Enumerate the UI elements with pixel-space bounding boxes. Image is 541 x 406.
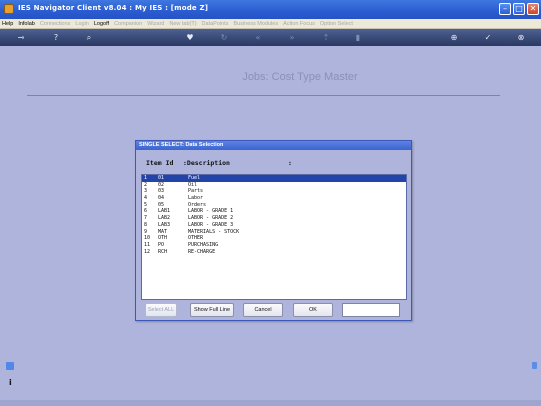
- list-item[interactable]: 7 LAB2 LABOR - GRADE 2: [142, 215, 406, 222]
- list-item[interactable]: 6 LAB1 LABOR - GRADE 1: [142, 208, 406, 215]
- search-icon[interactable]: ⌕: [83, 32, 95, 43]
- check-icon[interactable]: ✓: [482, 32, 494, 43]
- info-icon[interactable]: i: [9, 378, 12, 387]
- add-icon[interactable]: ⊕: [448, 32, 460, 43]
- row-description: RE-CHARGE: [188, 248, 216, 255]
- column-header-item-id: Item Id: [146, 159, 174, 167]
- selection-list[interactable]: 1 01 Fuel 2 02 Oil 3 03 Parts 4 04 Labor 5 05 Orders 6 L…: [141, 174, 407, 300]
- side-scroll-marker[interactable]: [532, 362, 537, 369]
- row-number: 12: [144, 248, 151, 255]
- menu-item-help[interactable]: Help: [0, 19, 16, 28]
- heading-divider: [27, 95, 500, 96]
- row-number: 10: [144, 235, 151, 242]
- forward-icon[interactable]: »: [286, 32, 298, 43]
- row-item-id: LAB1: [158, 208, 171, 215]
- menu-item-business-modules: Business Modules: [233, 21, 279, 27]
- row-description: MATERIALS - STOCK: [188, 228, 240, 235]
- row-number: 2: [144, 181, 148, 188]
- dialog-title: SINGLE SELECT: Data Selection: [136, 141, 411, 150]
- up-icon[interactable]: ⇡: [320, 32, 332, 43]
- row-number: 4: [144, 195, 148, 202]
- menu-item-wizard: Wizard: [147, 21, 165, 27]
- minimize-button[interactable]: –: [499, 3, 511, 15]
- select-all-button[interactable]: Select ALL: [145, 303, 177, 317]
- row-description: Oil: [188, 181, 198, 188]
- menu-item-connections: Connections: [39, 21, 71, 27]
- row-number: 1: [144, 175, 148, 181]
- close-button[interactable]: ✕: [527, 3, 539, 15]
- heart-icon[interactable]: ♥: [184, 32, 196, 43]
- status-strip: [0, 400, 541, 406]
- menu-item-login: Login: [75, 21, 89, 27]
- row-item-id: 03: [158, 188, 165, 195]
- row-description: Orders: [188, 201, 207, 208]
- row-item-id: 05: [158, 201, 165, 208]
- refresh-icon[interactable]: ↻: [218, 32, 230, 43]
- row-item-id: OTH: [158, 235, 168, 242]
- row-item-id: LAB2: [158, 215, 171, 222]
- menu-item-datapoints: DataPoints: [201, 21, 229, 27]
- column-header-extra: :: [288, 159, 292, 167]
- window-titlebar: IES Navigator Client v8.04 : My IES : [m…: [0, 0, 541, 19]
- row-description: PURCHASING: [188, 241, 219, 248]
- row-item-id: 02: [158, 181, 165, 188]
- show-full-line-button[interactable]: Show Full Line: [190, 303, 234, 317]
- trash-icon[interactable]: ▮: [352, 32, 364, 43]
- row-item-id: 01: [158, 175, 165, 181]
- list-item[interactable]: 10 OTH OTHER: [142, 235, 406, 242]
- row-number: 11: [144, 241, 151, 248]
- cancel-button[interactable]: Cancel: [243, 303, 283, 317]
- data-selection-dialog: SINGLE SELECT: Data Selection Item Id :D…: [135, 140, 412, 321]
- row-item-id: RCH: [158, 248, 168, 255]
- row-number: 5: [144, 201, 148, 208]
- row-description: LABOR - GRADE 1: [188, 208, 234, 215]
- back-icon[interactable]: «: [252, 32, 264, 43]
- app-icon: [4, 4, 14, 14]
- menu-item-new-tab-t: New tab(T): [169, 21, 197, 27]
- side-tab-icon[interactable]: [6, 362, 14, 370]
- row-description: Fuel: [188, 175, 201, 181]
- list-item[interactable]: 4 04 Labor: [142, 195, 406, 202]
- list-item[interactable]: 12 RCH RE-CHARGE: [142, 249, 406, 256]
- list-item[interactable]: 8 LAB3 LABOR - GRADE 3: [142, 222, 406, 229]
- row-item-id: MAT: [158, 228, 168, 235]
- ok-button[interactable]: OK: [293, 303, 333, 317]
- menu-item-option-select: Option Select: [319, 21, 353, 27]
- list-item[interactable]: 11 PO PURCHASING: [142, 242, 406, 249]
- menu-item-companion: Companion: [114, 21, 143, 27]
- list-item[interactable]: 2 02 Oil: [142, 182, 406, 189]
- menu-bar: Help Infolab Connections Login Logoff Compani…: [0, 19, 541, 29]
- column-header-description: :Description: [183, 159, 230, 167]
- row-number: 8: [144, 221, 148, 228]
- row-number: 9: [144, 228, 148, 235]
- row-number: 7: [144, 215, 148, 222]
- help-icon[interactable]: ?: [50, 32, 62, 43]
- maximize-button[interactable]: □: [513, 3, 525, 15]
- window-title: IES Navigator Client v8.04 : My IES : [m…: [18, 4, 209, 12]
- list-item[interactable]: 5 05 Orders: [142, 202, 406, 209]
- menu-item-logoff[interactable]: Logoff: [92, 19, 112, 28]
- row-item-id: LAB3: [158, 221, 171, 228]
- list-item[interactable]: 1 01 Fuel: [142, 175, 406, 182]
- menu-item-infolab[interactable]: Infolab: [16, 19, 38, 28]
- row-description: LABOR - GRADE 2: [188, 215, 234, 222]
- row-item-id: PO: [158, 241, 165, 248]
- ok-value-field[interactable]: [342, 303, 400, 317]
- toolbar: ⊸ ? ⌕ ♥ ↻ « » ⇡ ▮ ⊕ ✓ ⊗: [0, 29, 541, 46]
- row-description: LABOR - GRADE 3: [188, 221, 234, 228]
- row-number: 3: [144, 188, 148, 195]
- row-description: Parts: [188, 188, 204, 195]
- menu-item-action-focus: Action Focus: [283, 21, 315, 27]
- row-item-id: 04: [158, 195, 165, 202]
- cancel-icon[interactable]: ⊗: [515, 32, 527, 43]
- page-title: Jobs: Cost Type Master: [242, 71, 358, 83]
- row-number: 6: [144, 208, 148, 215]
- row-description: OTHER: [188, 235, 204, 242]
- row-description: Labor: [188, 195, 204, 202]
- key-icon[interactable]: ⊸: [12, 32, 30, 43]
- list-item[interactable]: 3 03 Parts: [142, 188, 406, 195]
- list-item[interactable]: 9 MAT MATERIALS - STOCK: [142, 229, 406, 236]
